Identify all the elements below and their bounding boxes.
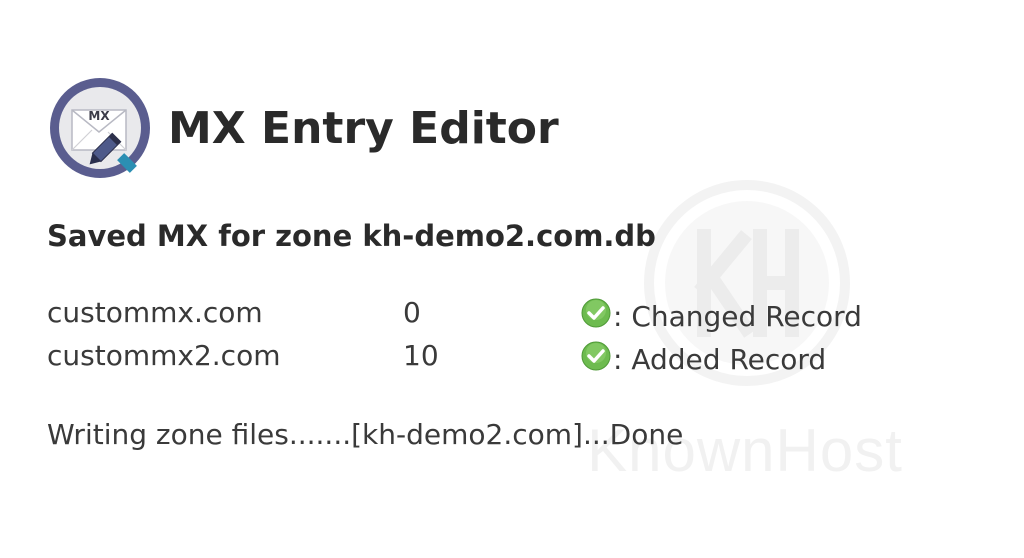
mx-envelope-pencil-icon: MX (50, 78, 150, 178)
table-row: custommx.com 0 : Changed Record (47, 296, 947, 339)
record-priority: 10 (403, 339, 439, 372)
writing-zone-status: Writing zone files.......[kh-demo2.com].… (47, 418, 684, 451)
record-priority: 0 (403, 296, 421, 329)
record-status: : Changed Record (581, 298, 862, 333)
check-circle-icon (581, 298, 611, 327)
record-status: : Added Record (581, 341, 827, 376)
page: KnownHost MX MX Entry Editor Saved MX fo… (0, 0, 1024, 558)
page-header: MX MX Entry Editor (48, 76, 559, 180)
record-host: custommx.com (47, 296, 263, 329)
record-status-text: : Added Record (613, 343, 827, 376)
check-circle-icon (581, 341, 611, 370)
table-row: custommx2.com 10 : Added Record (47, 339, 947, 382)
page-title: MX Entry Editor (168, 102, 559, 154)
records-list: custommx.com 0 : Changed Record custommx… (47, 296, 947, 382)
record-status-text: : Changed Record (613, 300, 862, 333)
record-host: custommx2.com (47, 339, 281, 372)
mx-icon-label: MX (88, 109, 110, 123)
result-heading: Saved MX for zone kh-demo2.com.db (47, 219, 656, 253)
